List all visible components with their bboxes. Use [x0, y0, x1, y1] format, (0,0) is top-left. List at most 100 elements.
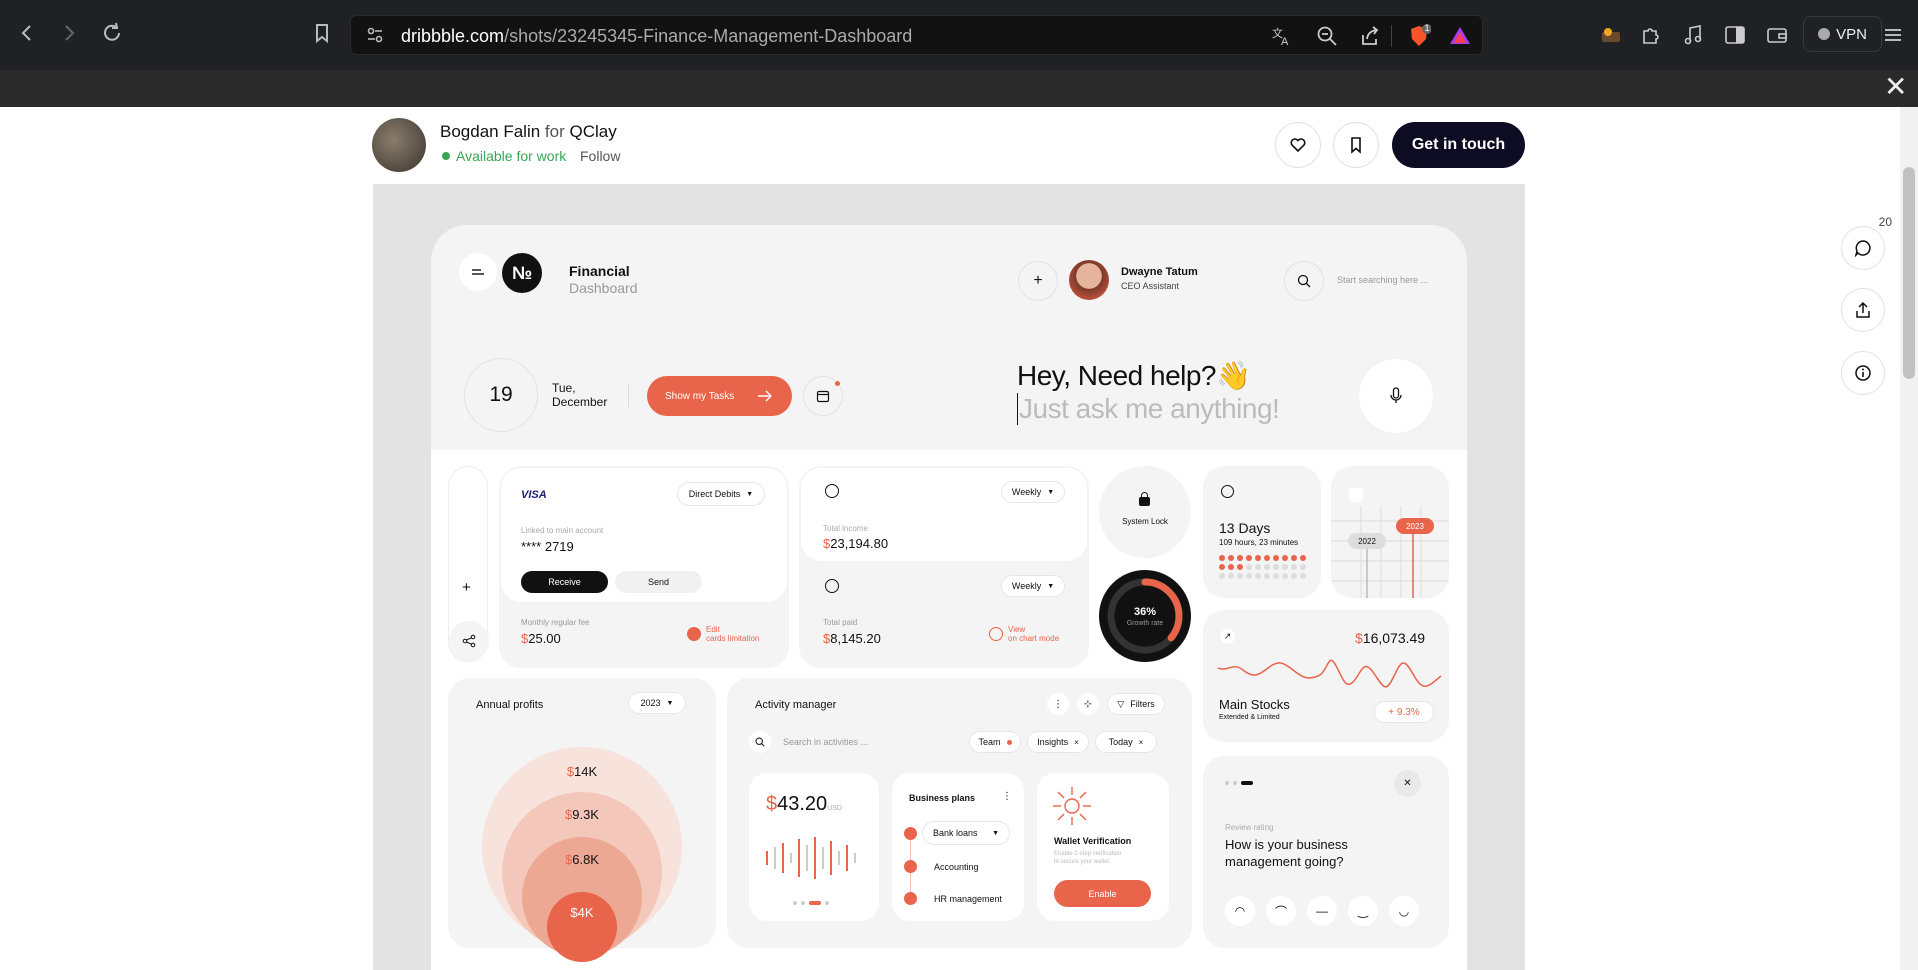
profit-label-1: $14K [448, 764, 716, 779]
progress-dot [1228, 564, 1234, 570]
zoom-out-icon[interactable] [1316, 25, 1338, 47]
info-icon [1855, 365, 1871, 381]
get-in-touch-button[interactable]: Get in touch [1392, 122, 1525, 168]
vpn-label: VPN [1836, 25, 1867, 43]
wallet-icon[interactable] [1766, 24, 1788, 46]
progress-dot [1219, 564, 1225, 570]
rating-good-icon: ‿ [1348, 896, 1378, 926]
bookmark-icon[interactable] [311, 22, 333, 44]
back-icon[interactable] [16, 22, 38, 44]
sidebar-icon[interactable] [1724, 24, 1746, 46]
menu-button [459, 253, 497, 291]
avatar[interactable] [372, 118, 426, 172]
review-label: Review rating [1225, 823, 1274, 832]
progress-dot [1273, 555, 1279, 561]
notification-dot [835, 381, 840, 386]
annual-profits-widget: Annual profits 2023 ▼ $14K $9.3K $6.8K $4… [448, 678, 716, 962]
brave-shield-icon[interactable]: 1 [1407, 23, 1431, 46]
currency-sign: $ [570, 905, 578, 920]
wallet-title: Wallet Verification [1054, 836, 1132, 846]
business-plans-card: Business plans ⋮ Bank loans ▼ Accounting … [892, 773, 1024, 921]
year-dropdown: 2023 ▼ [628, 692, 686, 714]
progress-dot [1246, 573, 1252, 579]
team-name[interactable]: QClay [570, 122, 617, 141]
info-button[interactable] [1841, 351, 1885, 395]
vpn-button[interactable]: VPN [1803, 16, 1882, 52]
paid-period-dropdown: Weekly ▼ [1001, 575, 1065, 597]
scrollbar[interactable] [1900, 107, 1918, 970]
tag-insights: Insights × [1027, 731, 1089, 753]
wallet-desc-2: to secure your wallet. [1054, 859, 1111, 865]
stocks-value-text: 16,073.49 [1362, 630, 1426, 646]
menu-icon[interactable] [1882, 24, 1904, 46]
translate-icon[interactable]: 文A [1271, 25, 1293, 47]
amount-bars [766, 837, 856, 879]
activity-search-button [749, 731, 771, 753]
progress-dot [1237, 555, 1243, 561]
availability-text: Available for work [456, 148, 567, 164]
review-rating-widget: ✕ Review rating How is your business man… [1203, 756, 1449, 948]
site-settings-icon[interactable] [365, 25, 387, 47]
direct-debits-dropdown: Direct Debits ▼ [677, 482, 765, 506]
pager-dots [793, 901, 833, 905]
close-icon: × [1074, 737, 1079, 747]
progress-dot [1300, 573, 1306, 579]
puzzle-icon[interactable] [1640, 24, 1662, 46]
hr-icon [904, 892, 917, 905]
user-name: Dwayne Tatum [1121, 266, 1198, 278]
share-icon[interactable] [1359, 25, 1381, 47]
growth-value: 36% [1133, 606, 1157, 618]
comments-button[interactable]: 20 [1841, 215, 1892, 270]
reload-icon[interactable] [101, 22, 123, 44]
chevron-down-icon: ▼ [1047, 582, 1055, 590]
progress-dot [1264, 555, 1270, 561]
scrollbar-thumb[interactable] [1903, 167, 1915, 379]
progress-dot [1291, 573, 1297, 579]
clock-icon [825, 484, 839, 498]
follow-link[interactable]: Follow [580, 148, 620, 164]
user-avatar [1069, 260, 1109, 300]
tag-team-label: Team [978, 737, 1001, 747]
progress-dot [1246, 555, 1252, 561]
monthly-fee-value: 25.00 [528, 631, 561, 646]
progress-dot [1300, 564, 1306, 570]
profit-label-3: $6.8K [448, 852, 716, 867]
brave-rewards-icon[interactable] [1448, 24, 1470, 46]
share-button[interactable] [1841, 288, 1885, 332]
address-bar[interactable]: dribbble.com/shots/23245345-Finance-Mana… [350, 15, 1483, 55]
close-icon[interactable]: ✕ [1884, 73, 1907, 101]
card-number: **** 2719 [521, 539, 574, 554]
system-lock-label: System Lock [1122, 517, 1168, 526]
calendar-button [803, 376, 843, 416]
progress-dot [1282, 564, 1288, 570]
progress-dot [1246, 564, 1252, 570]
brand-title: Financial [569, 263, 630, 279]
activity-title: Activity manager [755, 699, 837, 711]
filters-button: ▽ Filters [1107, 693, 1165, 715]
focus-icon: ⊹ [1077, 693, 1099, 715]
send-button: Send [615, 571, 702, 593]
currency-sign: $ [1355, 630, 1363, 646]
enable-button: Enable [1054, 880, 1151, 907]
tag-team: Team [969, 731, 1021, 753]
review-question-2: management going? [1225, 854, 1344, 869]
income-period-label: Weekly [1011, 487, 1042, 497]
year-chart-widget: 2022 2023 [1331, 466, 1449, 598]
days-title: 13 Days [1219, 520, 1271, 536]
forward-icon[interactable] [58, 22, 80, 44]
brand-logo: № [502, 253, 542, 293]
progress-dot [1219, 555, 1225, 561]
share-icon [1856, 301, 1870, 318]
like-button[interactable] [1275, 122, 1321, 168]
extension-icon[interactable] [1600, 24, 1622, 46]
bookmark-icon [1351, 137, 1361, 154]
stocks-icon: ↗ [1220, 629, 1235, 644]
profit-label-4: $4K [448, 905, 716, 920]
growth-rate-widget: 36% Growth rate [1099, 570, 1191, 662]
bank-icon [904, 827, 917, 840]
paid-period-label: Weekly [1011, 581, 1042, 591]
author-name[interactable]: Bogdan Falin [440, 122, 540, 141]
music-icon[interactable] [1682, 24, 1704, 46]
progress-dot [1237, 573, 1243, 579]
save-button[interactable] [1333, 122, 1379, 168]
